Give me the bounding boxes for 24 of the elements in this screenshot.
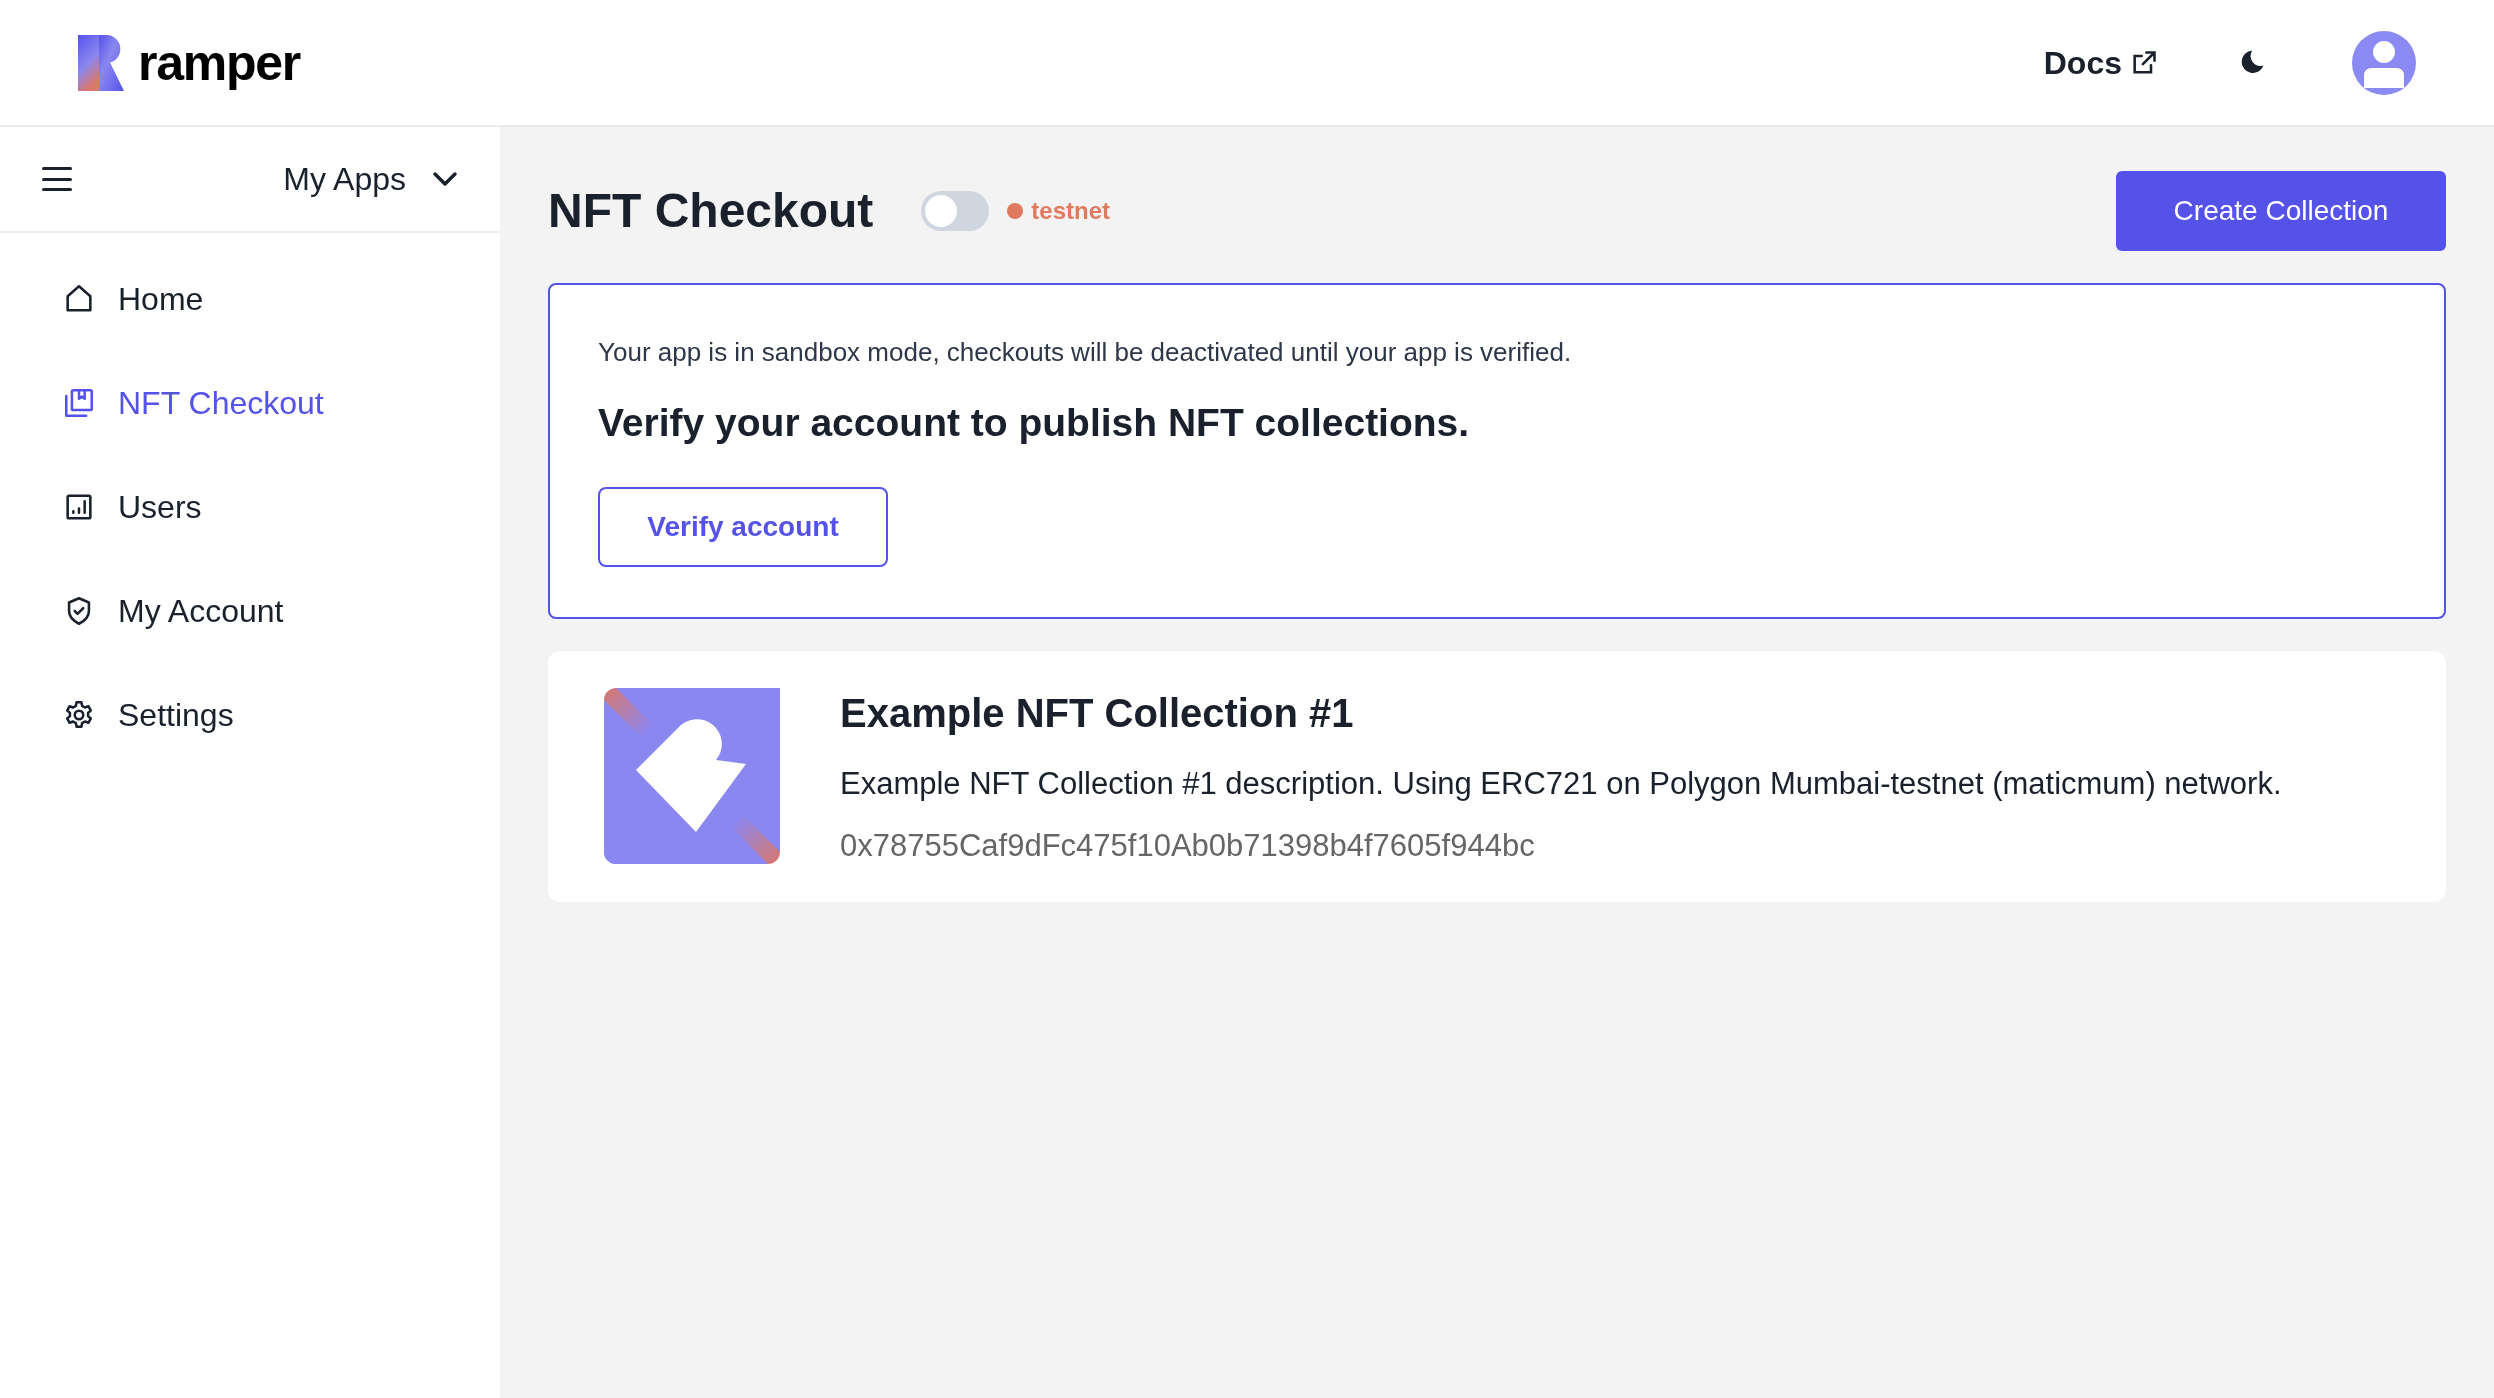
contract-address: 0x78755Caf9dFc475f10Ab0b71398b4f7605f944bc xyxy=(840,827,1536,865)
sidebar-nav-item[interactable]: My Account xyxy=(0,559,500,663)
verify-account-button[interactable]: Verify account xyxy=(598,486,888,567)
collection-description: Example NFT Collection #1 description. Using ERC721 on Polygon Mumbai-testnet (maticmum) network. xyxy=(840,764,2282,803)
sidebar-nav-item[interactable]: NFT Checkout xyxy=(0,351,500,455)
page-title: NFT Checkout xyxy=(548,183,874,239)
logo-wordmark: ramper xyxy=(138,37,301,88)
live-toggle-switch[interactable] xyxy=(921,191,990,231)
external-link-icon xyxy=(2130,48,2158,77)
menu-icon[interactable] xyxy=(42,167,72,191)
chevron-down-icon xyxy=(432,171,458,187)
sidebar-nav-item[interactable]: Users xyxy=(0,455,500,559)
app-selector-dropdown[interactable]: My Apps xyxy=(283,155,458,203)
sidebar-nav-item[interactable]: Settings xyxy=(0,663,500,767)
logo-icon xyxy=(78,34,124,91)
create-collection-button[interactable]: Create Collection xyxy=(2116,171,2446,251)
sidebar-nav-item[interactable]: Home xyxy=(0,247,500,351)
collection-card[interactable]: Example NFT Collection #1 Example NFT Collection #1 description. Using ERC721 on Polygon Mumbai-testnet (maticmum) network. 0x78755Caf9dFc475f10Ab0b71398b4f7605f944bc xyxy=(548,650,2446,902)
collection-title: Example NFT Collection #1 xyxy=(840,689,1355,737)
sandbox-message: Your app is in sandbox mode, checkouts will be deactivated until your app is verified. xyxy=(598,336,1572,369)
image-stack-icon xyxy=(62,386,96,420)
banner-heading: Verify your account to publish NFT collections. xyxy=(598,400,1470,446)
network-label: testnet xyxy=(1031,196,1111,226)
docs-link[interactable]: Docs xyxy=(2043,38,2158,87)
